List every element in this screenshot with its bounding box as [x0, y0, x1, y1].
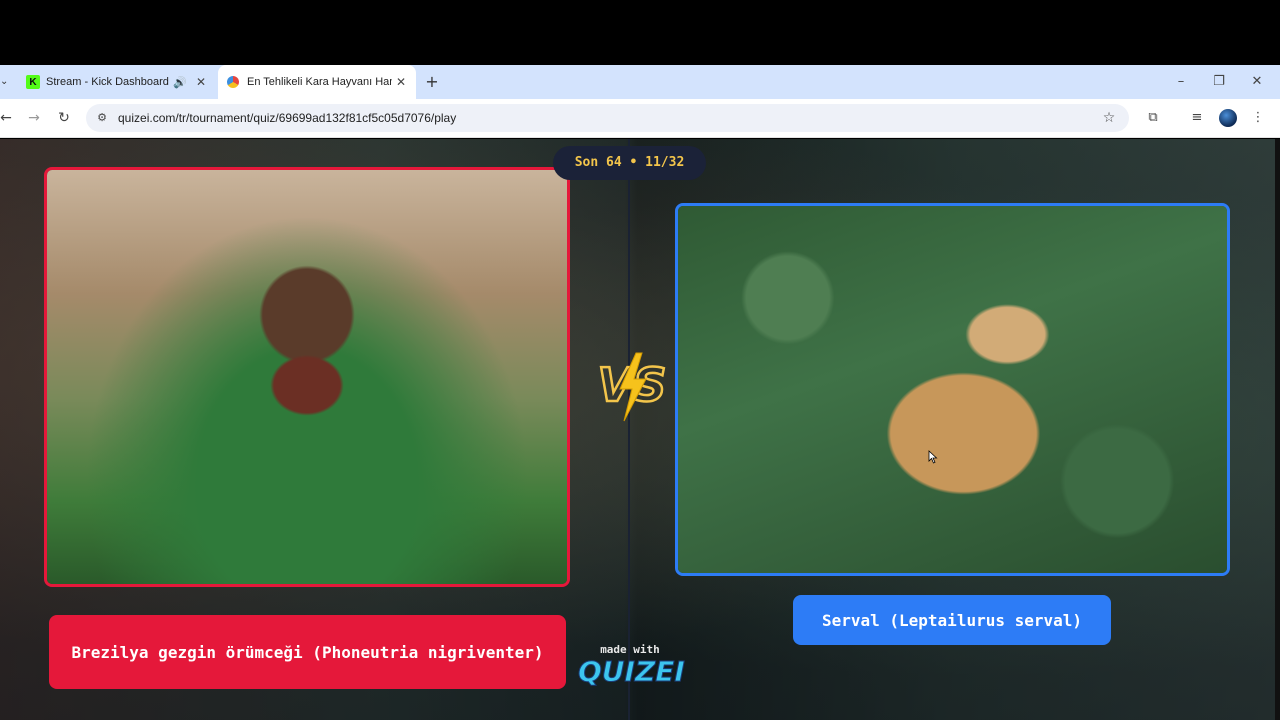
browser-tabstrip: ⌄ K Stream - Kick Dashboard 🔊 ✕ En Tehli… [0, 65, 1280, 99]
quizei-icon [227, 76, 239, 88]
serval-photo [678, 206, 1227, 573]
forward-icon[interactable]: → [24, 108, 44, 128]
tab-title: En Tehlikeli Kara Hayvanı Hangi [247, 76, 392, 88]
quiz-page: Son 64 • 11/32 VS Brezilya gezgin örümce… [0, 139, 1275, 720]
close-tab-icon[interactable]: ✕ [392, 75, 410, 89]
media-control-icon[interactable]: ≡ [1187, 108, 1207, 128]
round-badge: Son 64 • 11/32 [553, 146, 706, 180]
maximize-button[interactable]: ❐ [1200, 65, 1238, 99]
profile-avatar[interactable] [1219, 109, 1237, 127]
screen-top-bar [0, 0, 1280, 65]
scrollbar-track[interactable] [1275, 139, 1280, 720]
new-tab-button[interactable]: + [422, 72, 442, 92]
quizei-branding[interactable]: made with QUIZEI [578, 643, 686, 688]
close-window-button[interactable]: ✕ [1238, 65, 1276, 99]
right-choice-label[interactable]: Serval (Leptailurus serval) [793, 595, 1111, 645]
left-choice-card[interactable] [44, 167, 570, 587]
quizei-logo: QUIZEI [578, 655, 686, 688]
spider-photo [47, 170, 567, 584]
site-info-icon[interactable]: ⚙ [94, 110, 110, 126]
address-bar[interactable]: ⚙ quizei.com/tr/tournament/quiz/69699ad1… [86, 104, 1129, 132]
bookmark-star-icon[interactable]: ☆ [1099, 108, 1119, 128]
right-choice-card[interactable] [675, 203, 1230, 576]
tab-quizei[interactable]: En Tehlikeli Kara Hayvanı Hangi ✕ [218, 65, 416, 99]
reload-icon[interactable]: ↻ [54, 108, 74, 128]
vs-lightning-icon: VS [596, 352, 668, 422]
back-icon[interactable]: ← [0, 108, 16, 128]
left-choice-label[interactable]: Brezilya gezgin örümceği (Phoneutria nig… [49, 615, 566, 689]
tab-kick-dashboard[interactable]: K Stream - Kick Dashboard 🔊 ✕ [18, 65, 216, 99]
speaker-icon[interactable]: 🔊 [172, 76, 188, 89]
tab-search-icon[interactable]: ⌄ [0, 73, 14, 91]
minimize-button[interactable]: – [1162, 65, 1200, 99]
mouse-cursor-icon [928, 450, 938, 464]
close-tab-icon[interactable]: ✕ [192, 75, 210, 89]
extensions-icon[interactable]: ⧉ [1143, 108, 1163, 128]
tab-title: Stream - Kick Dashboard [46, 76, 169, 88]
more-menu-icon[interactable]: ⋮ [1248, 108, 1268, 128]
center-divider [628, 139, 630, 720]
url-text[interactable]: quizei.com/tr/tournament/quiz/69699ad132… [118, 104, 456, 132]
browser-toolbar: ← → ↻ ⚙ quizei.com/tr/tournament/quiz/69… [0, 99, 1280, 138]
kick-icon: K [26, 75, 40, 89]
